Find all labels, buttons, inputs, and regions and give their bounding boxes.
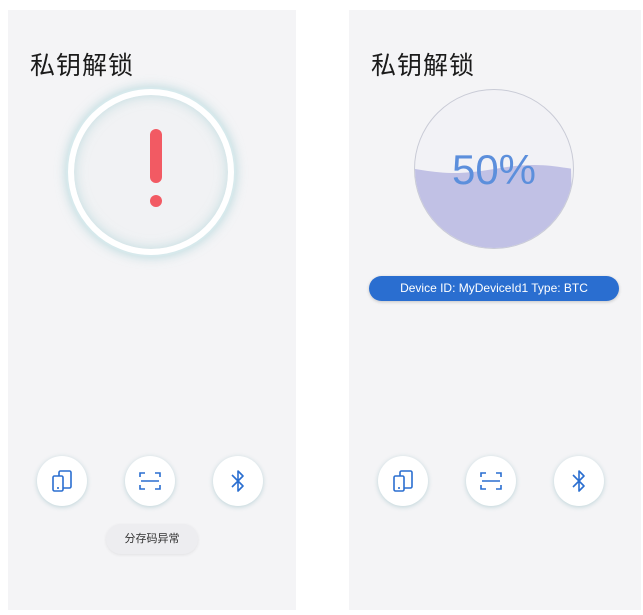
bluetooth-button[interactable] — [213, 456, 263, 506]
scan-icon — [480, 472, 502, 490]
device-button[interactable] — [378, 456, 428, 506]
scan-button[interactable] — [466, 456, 516, 506]
exclamation-icon — [150, 129, 162, 183]
scan-icon — [139, 472, 161, 490]
page-title: 私钥解锁 — [371, 51, 476, 80]
unlock-progress-screen: 私钥解锁 50% Device ID: MyDeviceId1 Type: BT… — [349, 10, 641, 610]
bluetooth-icon — [572, 470, 585, 492]
warning-indicator — [68, 89, 234, 255]
device-button[interactable] — [37, 456, 87, 506]
error-toast: 分存码异常 — [106, 524, 198, 554]
unlock-error-screen: 私钥解锁 分存码异常 — [8, 10, 296, 610]
device-icon — [393, 470, 413, 492]
scan-button[interactable] — [125, 456, 175, 506]
exclamation-dot — [150, 195, 162, 207]
bluetooth-icon — [231, 470, 244, 492]
device-icon — [52, 470, 72, 492]
progress-indicator: 50% — [414, 89, 574, 249]
page-title: 私钥解锁 — [30, 51, 135, 80]
device-info-badge: Device ID: MyDeviceId1 Type: BTC — [369, 276, 619, 301]
bluetooth-button[interactable] — [554, 456, 604, 506]
progress-percent: 50% — [451, 146, 537, 193]
